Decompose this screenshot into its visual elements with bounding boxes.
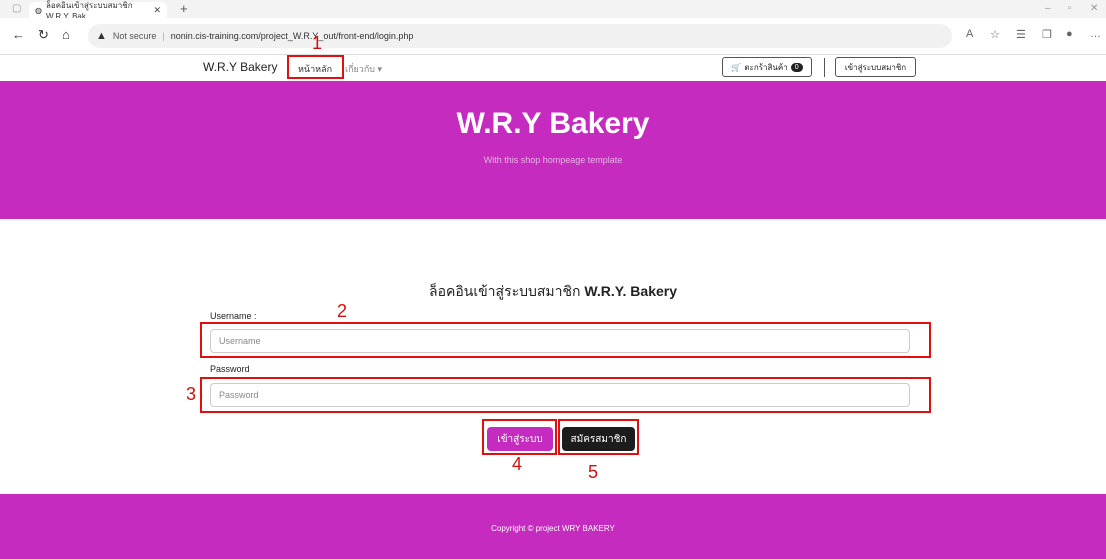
password-label: Password: [210, 364, 250, 374]
annotation-box-4: [482, 419, 557, 455]
nav-about-dropdown[interactable]: เกี่ยวกับ ▾: [345, 62, 382, 76]
refresh-icon[interactable]: ↻: [38, 27, 49, 43]
collections-icon[interactable]: ❐: [1042, 28, 1052, 41]
username-label: Username :: [210, 311, 257, 321]
footer-copyright: Copyright © project WRY BAKERY: [491, 524, 615, 533]
home-icon[interactable]: ⌂: [62, 27, 70, 42]
url-separator: |: [162, 31, 165, 41]
brand-link[interactable]: W.R.Y Bakery: [203, 60, 277, 74]
hero-banner: W.R.Y Bakery With this shop hompeage tem…: [0, 81, 1106, 219]
annotation-box-1: [287, 55, 344, 79]
favorite-icon[interactable]: ☆: [990, 28, 1000, 41]
annotation-box-5: [558, 419, 639, 455]
read-aloud-icon[interactable]: A: [966, 28, 973, 40]
browser-tab-strip: ▢ ◍ ล็อคอินเข้าสู่ระบบสมาชิก W.R.Y. Bak …: [0, 0, 1106, 21]
warning-icon: ▲: [96, 30, 107, 42]
url-text: nonin.cis-training.com/project_W.R.Y_out…: [170, 31, 414, 41]
navbar-divider: [824, 58, 825, 77]
profile-icon[interactable]: ●: [1066, 28, 1073, 40]
annotation-box-3: [200, 377, 931, 413]
site-footer: Copyright © project WRY BAKERY: [0, 494, 1106, 559]
cart-label: ตะกร้าสินค้า: [744, 62, 788, 72]
back-icon[interactable]: ←: [12, 27, 25, 42]
cart-icon: 🛒: [731, 62, 742, 72]
member-login-button[interactable]: เข้าสู่ระบบสมาชิก: [835, 57, 916, 77]
browser-tab[interactable]: ◍ ล็อคอินเข้าสู่ระบบสมาชิก W.R.Y. Bak ✕: [29, 1, 167, 21]
annotation-number-1: 1: [312, 33, 323, 53]
close-tab-icon[interactable]: ✕: [153, 5, 161, 16]
restore-icon[interactable]: ▫: [1068, 3, 1072, 14]
annotation-number-5: 5: [588, 462, 599, 482]
login-heading-brand: W.R.Y. Bakery: [584, 283, 678, 299]
annotation-number-4: 4: [512, 454, 523, 474]
cart-count-badge: 0: [790, 62, 803, 72]
cart-button[interactable]: 🛒 ตะกร้าสินค้า 0: [722, 57, 812, 77]
globe-icon: ◍: [35, 5, 42, 15]
login-heading-thai: ล็อคอินเข้าสู่ระบบสมาชิก: [428, 283, 581, 299]
tab-actions-icon[interactable]: ▢: [12, 3, 21, 14]
address-bar[interactable]: ▲ Not secure | nonin.cis-training.com/pr…: [88, 24, 952, 48]
menu-icon[interactable]: …: [1090, 28, 1101, 40]
not-secure-label: Not secure: [112, 31, 157, 41]
hero-subtitle: With this shop hompeage template: [483, 155, 623, 165]
hero-title: W.R.Y Bakery: [456, 107, 650, 140]
annotation-number-2: 2: [337, 301, 348, 321]
new-tab-icon[interactable]: +: [180, 1, 188, 16]
annotation-box-2: [200, 322, 931, 358]
login-heading: ล็อคอินเข้าสู่ระบบสมาชิก W.R.Y. Bakery: [0, 281, 1106, 303]
site-navbar: W.R.Y Bakery หน้าหลัก เกี่ยวกับ ▾ 🛒 ตะกร…: [0, 55, 1106, 81]
favorites-list-icon[interactable]: ☰: [1016, 28, 1026, 41]
close-window-icon[interactable]: ✕: [1090, 3, 1098, 14]
annotation-number-3: 3: [186, 384, 197, 404]
browser-toolbar: ← ↻ ⌂ ▲ Not secure | nonin.cis-training.…: [0, 18, 1106, 55]
minimize-icon[interactable]: –: [1045, 3, 1051, 14]
